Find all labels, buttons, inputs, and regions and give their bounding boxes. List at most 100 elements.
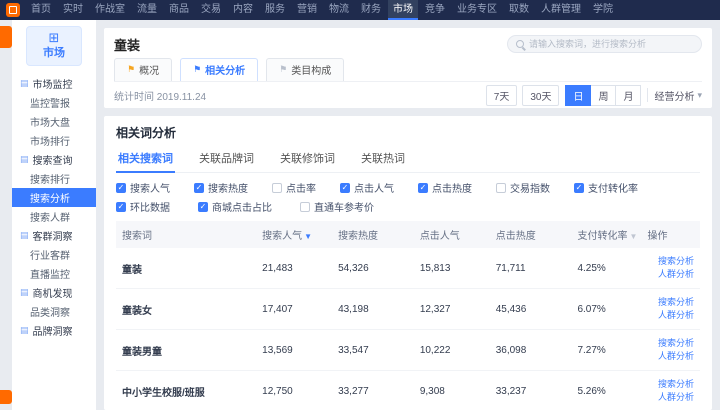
column-header: 操作 xyxy=(642,221,700,248)
sidebar-item[interactable]: 品类洞察 xyxy=(12,302,96,321)
sidebar-item-label: 直播监控 xyxy=(30,266,70,281)
range-button[interactable]: 7天 xyxy=(486,85,518,106)
sidebar-item[interactable]: 客群洞察 xyxy=(12,226,96,245)
nav-item[interactable]: 实时 xyxy=(58,0,88,20)
column-header[interactable]: 搜索人气▼ xyxy=(256,221,332,248)
nav-item[interactable]: 首页 xyxy=(26,0,56,20)
nav-item[interactable]: 商品 xyxy=(164,0,194,20)
action-link[interactable]: 搜索分析 xyxy=(648,337,694,350)
nav-item[interactable]: 财务 xyxy=(356,0,386,20)
metric-cell: 21,483 xyxy=(256,248,332,289)
feedback-tab[interactable] xyxy=(0,390,12,404)
keyword-tab[interactable]: ⚑概况 xyxy=(114,58,172,81)
analysis-tab[interactable]: 关联修饰词 xyxy=(278,146,337,172)
sidebar-item[interactable]: 搜索人群 xyxy=(12,207,96,226)
range-buttons: 7天30天 xyxy=(486,85,560,106)
sidebar-item[interactable]: 监控警报 xyxy=(12,93,96,112)
keyword-search-input[interactable] xyxy=(529,39,693,49)
nav-item[interactable]: 业务专区 xyxy=(452,0,502,20)
sidebar-item[interactable]: 市场排行 xyxy=(12,131,96,150)
nav-item[interactable]: 取数 xyxy=(504,0,534,20)
keyword-tab[interactable]: ⚑相关分析 xyxy=(180,58,258,81)
sidebar-item[interactable]: 市场大盘 xyxy=(12,112,96,131)
sidebar-module-badge[interactable]: ⊞ 市场 xyxy=(26,26,82,66)
nav-item[interactable]: 学院 xyxy=(588,0,618,20)
checkbox-icon: ✓ xyxy=(116,202,126,212)
table-header-row: 搜索词搜索人气▼搜索热度点击人气点击热度支付转化率▼操作 xyxy=(116,221,700,248)
nav-item[interactable]: 服务 xyxy=(260,0,290,20)
checkbox-icon: ✓ xyxy=(198,202,208,212)
sidebar-item[interactable]: 品牌洞察 xyxy=(12,321,96,340)
left-rail xyxy=(0,20,12,410)
metric-checkbox[interactable]: 点击率 xyxy=(272,180,316,195)
table-row: 童装女17,40743,19812,32745,4366.07%搜索分析人群分析 xyxy=(116,289,700,330)
metric-checkbox[interactable]: ✓搜索人气 xyxy=(116,180,170,195)
keyword-tab-label: 相关分析 xyxy=(205,62,245,77)
action-link[interactable]: 人群分析 xyxy=(648,268,694,281)
metric-label: 点击人气 xyxy=(354,180,394,195)
action-link[interactable]: 人群分析 xyxy=(648,350,694,363)
metric-checkbox[interactable]: ✓点击热度 xyxy=(418,180,472,195)
metric-cell: 5.26% xyxy=(571,371,641,410)
metric-cell: 54,326 xyxy=(332,248,414,289)
folder-icon xyxy=(20,287,29,298)
module-collapse-tab[interactable] xyxy=(0,26,12,48)
app-logo-icon[interactable] xyxy=(6,3,20,17)
metric-cell: 7.27% xyxy=(571,330,641,371)
column-header: 搜索热度 xyxy=(332,221,414,248)
keyword-tab-label: 类目构成 xyxy=(291,62,331,77)
range-button[interactable]: 30天 xyxy=(522,85,559,106)
action-link[interactable]: 搜索分析 xyxy=(648,255,694,268)
nav-item[interactable]: 竞争 xyxy=(420,0,450,20)
nav-item[interactable]: 营销 xyxy=(292,0,322,20)
more-action-dropdown[interactable]: 经营分析 ▾ xyxy=(654,88,702,103)
actions-cell: 搜索分析人群分析 xyxy=(642,248,700,289)
action-link[interactable]: 人群分析 xyxy=(648,309,694,322)
nav-item[interactable]: 流量 xyxy=(132,0,162,20)
column-header[interactable]: 支付转化率▼ xyxy=(571,221,641,248)
metric-checkbox[interactable]: ✓商城点击占比 xyxy=(198,199,272,214)
sidebar-item-label: 搜索人群 xyxy=(30,209,70,224)
action-link[interactable]: 搜索分析 xyxy=(648,378,694,391)
sidebar-item[interactable]: 搜索排行 xyxy=(12,169,96,188)
metric-checkbox[interactable]: ✓环比数据 xyxy=(116,199,170,214)
granularity-option[interactable]: 周 xyxy=(591,85,616,106)
granularity-option[interactable]: 月 xyxy=(616,85,641,106)
stat-time-label: 统计时间 2019.11.24 xyxy=(114,88,206,103)
sidebar-item-label: 搜索分析 xyxy=(30,190,70,205)
metric-checkbox[interactable]: 直通车参考价 xyxy=(300,199,374,214)
nav-item[interactable]: 内容 xyxy=(228,0,258,20)
action-link[interactable]: 搜索分析 xyxy=(648,296,694,309)
related-words-table: 搜索词搜索人气▼搜索热度点击人气点击热度支付转化率▼操作 童装21,48354,… xyxy=(116,221,700,410)
action-link[interactable]: 人群分析 xyxy=(648,391,694,404)
granularity-option[interactable]: 日 xyxy=(565,85,591,106)
metric-checkbox[interactable]: ✓点击人气 xyxy=(340,180,394,195)
sidebar-item[interactable]: 搜索分析 xyxy=(12,188,96,207)
sidebar-item[interactable]: 商机发现 xyxy=(12,283,96,302)
sidebar-item[interactable]: 市场监控 xyxy=(12,74,96,93)
nav-item[interactable]: 作战室 xyxy=(90,0,130,20)
sidebar-item[interactable]: 行业客群 xyxy=(12,245,96,264)
sidebar-item[interactable]: 直播监控 xyxy=(12,264,96,283)
keyword-tab[interactable]: ⚑类目构成 xyxy=(266,58,344,81)
metric-checkbox[interactable]: ✓支付转化率 xyxy=(574,180,638,195)
actions-cell: 搜索分析人群分析 xyxy=(642,289,700,330)
checkbox-icon xyxy=(272,183,282,193)
keyword-tab-label: 概况 xyxy=(139,62,159,77)
metric-checkbox[interactable]: ✓搜索热度 xyxy=(194,180,248,195)
nav-item[interactable]: 交易 xyxy=(196,0,226,20)
keyword-search-box[interactable] xyxy=(507,35,702,53)
nav-item[interactable]: 市场 xyxy=(388,0,418,20)
sidebar-item[interactable]: 搜索查询 xyxy=(12,150,96,169)
analysis-tab[interactable]: 相关搜索词 xyxy=(116,146,175,172)
nav-item[interactable]: 人群管理 xyxy=(536,0,586,20)
search-icon xyxy=(516,40,524,48)
analysis-tab[interactable]: 关联品牌词 xyxy=(197,146,256,172)
metric-cell: 9,308 xyxy=(414,371,490,410)
analysis-tab[interactable]: 关联热词 xyxy=(359,146,407,172)
nav-item[interactable]: 物流 xyxy=(324,0,354,20)
sort-icon: ▼ xyxy=(629,232,637,241)
keyword-title: 童装 xyxy=(114,35,140,54)
metric-checkbox[interactable]: 交易指数 xyxy=(496,180,550,195)
column-label: 搜索热度 xyxy=(338,231,378,242)
